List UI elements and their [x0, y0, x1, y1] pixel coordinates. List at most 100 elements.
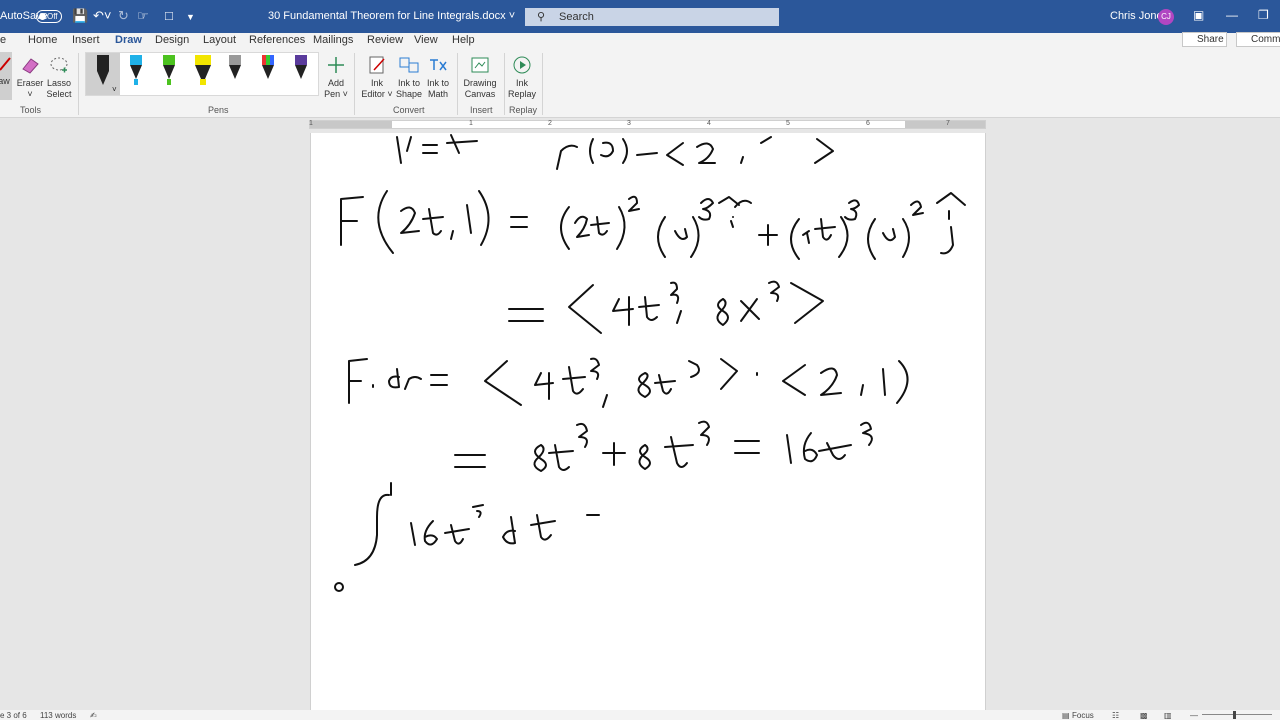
focus-icon[interactable]: ▤: [1062, 711, 1070, 720]
green-pen-icon[interactable]: [162, 55, 176, 91]
page-count[interactable]: e 3 of 6: [0, 711, 27, 720]
ink-stroke: [844, 199, 860, 221]
ink-stroke: [936, 192, 966, 206]
tab-insert[interactable]: Insert: [72, 34, 100, 46]
ink-stroke: [698, 420, 710, 446]
ink-stroke: [860, 421, 873, 446]
replay-group-label: Replay: [509, 105, 538, 115]
ink-to-math-icon: [430, 59, 447, 71]
ink-editor-button[interactable]: Ink Editor ˅: [361, 54, 393, 100]
ink-stroke: [802, 432, 818, 463]
new-document-icon[interactable]: □: [165, 8, 173, 23]
tab-view[interactable]: View: [414, 34, 438, 46]
word-count[interactable]: 113 words: [40, 711, 76, 720]
insert-group-label: Insert: [470, 105, 493, 115]
read-mode-icon[interactable]: ☷: [1112, 711, 1119, 720]
galaxy-pen-icon[interactable]: [294, 55, 308, 91]
lasso-select-button[interactable]: Lasso Select: [45, 54, 73, 100]
ink-stroke: [730, 216, 734, 228]
zoom-out-icon[interactable]: —: [1190, 711, 1198, 720]
web-layout-icon[interactable]: ▥: [1164, 711, 1172, 720]
ruler-number: 7: [946, 120, 950, 127]
gray-pen-icon[interactable]: [228, 55, 242, 91]
ink-stroke: [400, 206, 420, 234]
ink-to-shape-button[interactable]: Ink to Shape: [394, 54, 424, 100]
ink-stroke: [334, 582, 344, 592]
eraser-button[interactable]: Eraser ˅: [16, 54, 44, 100]
ink-stroke: [910, 200, 924, 216]
ink-stroke: [590, 357, 600, 380]
horizontal-ruler[interactable]: 1 1 2 3 4 5 6 7: [309, 120, 986, 129]
title-bar: AutoSave Off 💾 ↶˅ ↻ ☞ □ ▼ 30 Fundamental…: [0, 0, 1280, 33]
customize-toolbar-icon[interactable]: ▼: [186, 12, 195, 22]
yellow-highlighter-icon[interactable]: [194, 55, 212, 91]
ink-stroke: [568, 284, 602, 334]
ink-stroke: [410, 522, 416, 546]
ink-stroke: [698, 198, 714, 221]
undo-icon[interactable]: ↶˅: [93, 8, 111, 24]
rainbow-pen-icon[interactable]: [261, 55, 275, 91]
pen-dropdown-icon[interactable]: ˅: [112, 85, 117, 94]
ink-stroke: [760, 136, 834, 164]
ribbon-divider: [354, 53, 355, 115]
zoom-slider[interactable]: [1202, 714, 1272, 715]
ink-stroke: [388, 368, 400, 389]
ink-stroke: [676, 310, 682, 324]
draw-tool-button[interactable]: aw: [0, 52, 12, 100]
tab-home[interactable]: Home: [28, 34, 57, 46]
ink-stroke: [548, 444, 574, 471]
ruler-number: 6: [866, 120, 870, 127]
ink-stroke: [654, 374, 676, 395]
tab-review[interactable]: Review: [367, 34, 403, 46]
drawing-canvas-button[interactable]: Drawing Canvas: [462, 54, 498, 100]
ink-stroke: [666, 142, 684, 166]
eraser-icon: [22, 58, 39, 74]
ink-stroke: [589, 138, 594, 164]
document-title[interactable]: 30 Fundamental Theorem for Line Integral…: [268, 10, 515, 22]
proofing-icon[interactable]: ✍: [90, 711, 97, 720]
tab-help[interactable]: Help: [452, 34, 475, 46]
avatar[interactable]: CJ: [1158, 9, 1174, 25]
cyan-pen-icon[interactable]: [129, 55, 143, 91]
ink-stroke: [637, 372, 651, 398]
comments-button[interactable]: Comme: [1236, 32, 1280, 47]
tab-mailings[interactable]: Mailings: [313, 34, 353, 46]
ink-stroke: [716, 298, 729, 326]
share-button[interactable]: Share: [1182, 32, 1227, 47]
focus-label[interactable]: Focus: [1072, 711, 1094, 720]
restore-icon[interactable]: ❐: [1258, 8, 1269, 22]
zoom-slider-thumb[interactable]: [1233, 711, 1236, 719]
ink-stroke: [860, 384, 864, 396]
ruler-number: 4: [707, 120, 711, 127]
touch-mode-icon[interactable]: ☞: [137, 8, 149, 24]
tab-design[interactable]: Design: [155, 34, 189, 46]
ink-stroke: [348, 358, 368, 404]
document-page[interactable]: [310, 133, 986, 720]
ink-stroke: [790, 282, 824, 324]
ink-stroke: [638, 444, 651, 470]
tab-file[interactable]: e: [0, 34, 6, 46]
add-pen-button[interactable]: Add Pen ˅: [322, 54, 350, 100]
redo-icon[interactable]: ↻: [118, 8, 129, 24]
black-pen-icon[interactable]: [96, 55, 110, 91]
minimize-icon[interactable]: —: [1226, 8, 1238, 22]
ink-to-math-button[interactable]: Ink to Math: [424, 54, 452, 100]
ink-stroke: [882, 228, 896, 242]
search-box[interactable]: ⚲ Search: [525, 8, 779, 26]
autosave-toggle[interactable]: Off: [36, 10, 62, 23]
convert-group-label: Convert: [393, 105, 425, 115]
save-icon[interactable]: 💾: [72, 8, 88, 24]
pens-gallery: ˅: [85, 52, 319, 96]
ink-stroke: [590, 216, 610, 236]
ribbon-display-icon[interactable]: ▣: [1193, 8, 1204, 22]
ink-stroke: [740, 298, 760, 322]
print-layout-icon[interactable]: ▩: [1140, 711, 1148, 720]
ink-stroke: [602, 442, 626, 466]
tab-references[interactable]: References: [249, 34, 305, 46]
ink-stroke: [690, 216, 700, 258]
ink-to-shape-icon: [399, 57, 419, 73]
tab-draw[interactable]: Draw: [115, 34, 142, 51]
ribbon-divider: [457, 53, 458, 115]
ink-replay-button[interactable]: Ink Replay: [507, 54, 537, 100]
tab-layout[interactable]: Layout: [203, 34, 236, 46]
